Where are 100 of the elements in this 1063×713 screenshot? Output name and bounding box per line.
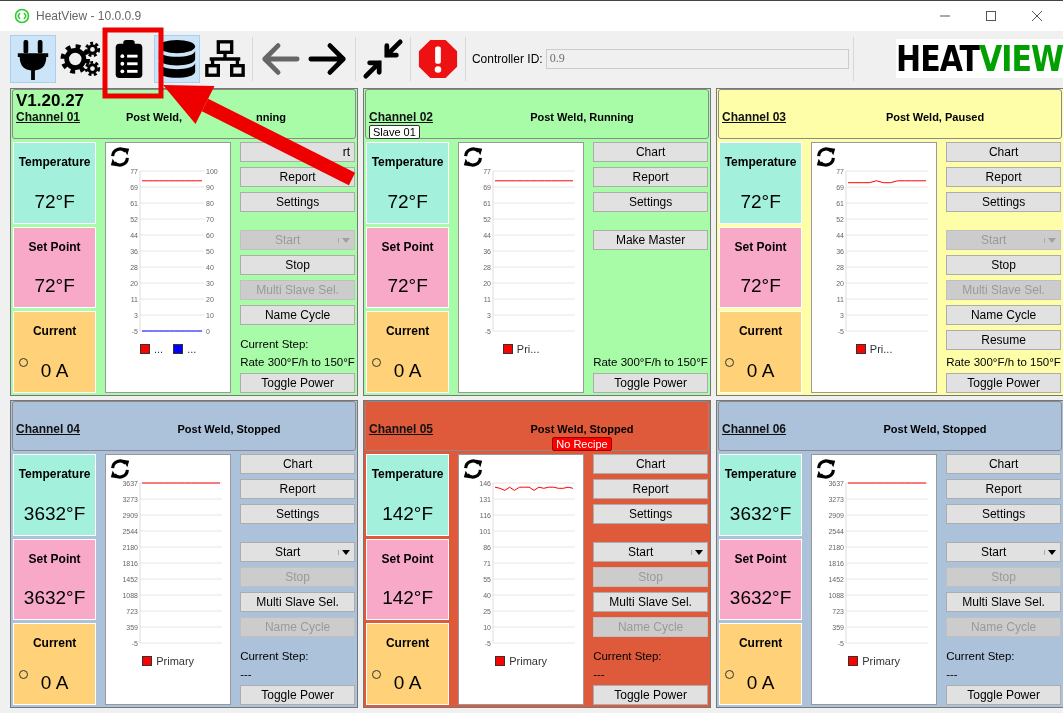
refresh-icon[interactable] bbox=[462, 458, 485, 480]
panel-button[interactable]: Stop bbox=[240, 255, 355, 275]
close-icon[interactable] bbox=[1031, 10, 1043, 22]
panel-button[interactable]: Report bbox=[593, 167, 708, 187]
version-label: V1.20.27 bbox=[16, 92, 85, 110]
step-label: Current Step: bbox=[240, 338, 310, 350]
legend-label: Primary bbox=[156, 655, 195, 667]
tile-label: Current bbox=[738, 324, 783, 339]
toggle-power-button[interactable]: Toggle Power bbox=[240, 685, 355, 705]
tile-label: Set Point bbox=[734, 551, 787, 566]
panel-button[interactable]: Chart bbox=[593, 454, 708, 474]
tile-value: 0 A bbox=[393, 360, 422, 382]
start-split-button[interactable]: Start bbox=[240, 542, 355, 562]
panel-button[interactable]: Name Cycle bbox=[946, 305, 1061, 325]
alert-tag: No Recipe bbox=[552, 437, 612, 451]
channel-link[interactable]: Channel 01 bbox=[16, 110, 81, 125]
tile-value: 142°F bbox=[382, 502, 434, 525]
status-text: Post Weld, Running bbox=[530, 110, 634, 125]
channel-link[interactable]: Channel 02 bbox=[369, 110, 434, 125]
channel-link[interactable]: Channel 06 bbox=[722, 422, 787, 437]
channel-link[interactable]: Channel 03 bbox=[722, 110, 787, 125]
tile-label: Temperature bbox=[371, 155, 444, 169]
caret-icon[interactable] bbox=[691, 549, 703, 555]
tile-label: Temperature bbox=[371, 467, 444, 481]
tile-label: Set Point bbox=[28, 551, 81, 566]
panel-button[interactable]: Name Cycle bbox=[240, 305, 355, 325]
panel-button[interactable]: Report bbox=[593, 479, 708, 499]
tile-value: 72°F bbox=[740, 275, 781, 298]
tile-value: 0 A bbox=[746, 360, 775, 382]
panel-button[interactable]: Make Master bbox=[593, 230, 708, 250]
legend-label: ... bbox=[187, 343, 197, 355]
legend-label: Primary bbox=[509, 655, 548, 667]
panel-button[interactable]: Settings bbox=[240, 504, 355, 524]
panel-button[interactable]: Settings bbox=[593, 504, 708, 524]
tile-label: Temperature bbox=[18, 467, 91, 481]
step-label: Current Step: bbox=[593, 650, 663, 662]
panel-button[interactable]: Multi Slave Sel. bbox=[946, 592, 1061, 612]
panel-button[interactable]: Resume bbox=[946, 330, 1061, 350]
refresh-icon[interactable] bbox=[815, 458, 838, 480]
window-title: HeatView - 10.0.0.9 bbox=[36, 9, 142, 23]
tile-label: Temperature bbox=[724, 467, 797, 481]
panel-button[interactable]: Chart bbox=[946, 142, 1061, 162]
status-text: Post Weld, Stopped bbox=[883, 422, 987, 437]
tile-label: Current bbox=[738, 636, 783, 651]
tile-label: Set Point bbox=[381, 551, 434, 566]
maximize-icon[interactable] bbox=[985, 10, 997, 22]
start-split-button[interactable]: Start bbox=[946, 542, 1061, 562]
tile-value: 142°F bbox=[382, 587, 434, 610]
start-split-button[interactable]: Start bbox=[593, 542, 708, 562]
tile-value: 3632°F bbox=[729, 502, 792, 525]
plug-tool-button[interactable] bbox=[10, 34, 56, 83]
panel-button[interactable]: Stop bbox=[946, 255, 1061, 275]
step-value: Rate 300°F/h to 150°F bbox=[240, 356, 355, 368]
database-tool-button[interactable] bbox=[154, 34, 200, 83]
toggle-power-button[interactable]: Toggle Power bbox=[946, 373, 1061, 393]
tile-value: 0 A bbox=[40, 360, 69, 382]
step-value: Rate 300°F/h to 150°F bbox=[946, 356, 1061, 368]
tile-value: 0 A bbox=[746, 672, 775, 694]
caret-icon[interactable] bbox=[338, 549, 350, 555]
tile-label: Set Point bbox=[28, 239, 81, 254]
tile-label: Current bbox=[385, 324, 430, 339]
panel-button[interactable]: Settings bbox=[593, 192, 708, 212]
tile-value: 0 A bbox=[393, 672, 422, 694]
tile-value: 3632°F bbox=[729, 587, 792, 610]
status-text: Post Weld, bbox=[126, 110, 183, 125]
panel-button[interactable]: Settings bbox=[240, 192, 355, 212]
tile-label: Current bbox=[385, 636, 430, 651]
panel-button[interactable]: Report bbox=[946, 479, 1061, 499]
panel-button[interactable]: Chart bbox=[946, 454, 1061, 474]
refresh-icon[interactable] bbox=[109, 146, 132, 168]
panel-button[interactable]: Multi Slave Sel. bbox=[593, 592, 708, 612]
toggle-power-button[interactable]: Toggle Power bbox=[593, 685, 708, 705]
tile-value: 72°F bbox=[740, 190, 781, 213]
refresh-icon[interactable] bbox=[462, 146, 485, 168]
tile-value: 3632°F bbox=[23, 502, 86, 525]
tile-label: Set Point bbox=[381, 239, 434, 254]
panel-button[interactable]: Chart bbox=[593, 142, 708, 162]
status-text: Post Weld, Stopped bbox=[177, 422, 281, 437]
refresh-icon[interactable] bbox=[109, 458, 132, 480]
caret-icon[interactable] bbox=[1044, 549, 1056, 555]
app-logo: HEATVIEW bbox=[896, 39, 1063, 78]
step-label: Current Step: bbox=[946, 650, 1016, 662]
tile-value: 72°F bbox=[387, 190, 428, 213]
channel-link[interactable]: Channel 05 bbox=[369, 422, 434, 437]
step-value: --- bbox=[593, 668, 606, 680]
channel-link[interactable]: Channel 04 bbox=[16, 422, 81, 437]
controller-id-label: Controller ID: bbox=[471, 51, 543, 66]
panel-button[interactable]: Chart bbox=[240, 454, 355, 474]
tile-value: 72°F bbox=[34, 275, 75, 298]
toggle-power-button[interactable]: Toggle Power bbox=[946, 685, 1061, 705]
panel-button[interactable]: Report bbox=[946, 167, 1061, 187]
toggle-power-button[interactable]: Toggle Power bbox=[240, 373, 355, 393]
panel-button[interactable]: Settings bbox=[946, 504, 1061, 524]
panel-button[interactable]: Settings bbox=[946, 192, 1061, 212]
tile-value: 0 A bbox=[40, 672, 69, 694]
refresh-icon[interactable] bbox=[815, 146, 838, 168]
toggle-power-button[interactable]: Toggle Power bbox=[593, 373, 708, 393]
step-value: --- bbox=[240, 668, 253, 680]
panel-button[interactable]: Multi Slave Sel. bbox=[240, 592, 355, 612]
panel-button[interactable]: Report bbox=[240, 479, 355, 499]
